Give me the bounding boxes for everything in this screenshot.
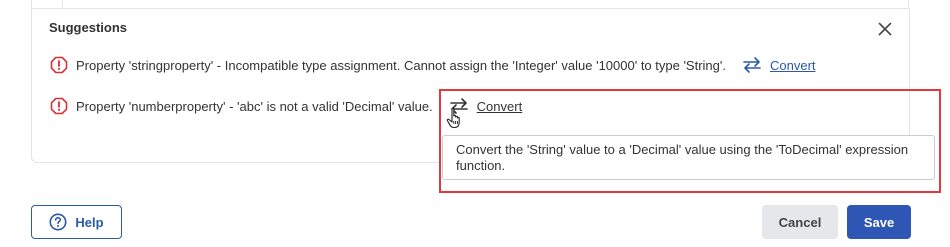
divider: [62, 0, 63, 9]
convert-tooltip: Convert the 'String' value to a 'Decimal…: [442, 135, 935, 180]
hand-pointer-icon: [446, 107, 464, 129]
dialog-root: Suggestions Property 'stringproperty' - …: [0, 0, 950, 247]
suggestion-message: Property 'numberproperty' - 'abc' is not…: [76, 98, 433, 114]
suggestion-item: Property 'stringproperty' - Incompatible…: [50, 56, 816, 74]
save-button[interactable]: Save: [847, 205, 911, 239]
help-button[interactable]: Help: [31, 205, 122, 239]
suggestion-message: Property 'stringproperty' - Incompatible…: [76, 57, 726, 73]
convert-label: Convert: [770, 57, 816, 73]
help-label: Help: [75, 214, 104, 230]
convert-label: Convert: [476, 98, 523, 114]
warning-octagon-icon: [50, 97, 68, 115]
help-circle-icon: [49, 213, 67, 231]
close-icon[interactable]: [877, 21, 893, 37]
cancel-button[interactable]: Cancel: [762, 205, 838, 239]
convert-button[interactable]: Convert: [742, 56, 816, 74]
suggestions-title: Suggestions: [49, 20, 128, 35]
previous-panel-edge: [31, 0, 909, 9]
warning-octagon-icon: [50, 56, 68, 74]
swap-arrows-icon: [743, 57, 761, 73]
